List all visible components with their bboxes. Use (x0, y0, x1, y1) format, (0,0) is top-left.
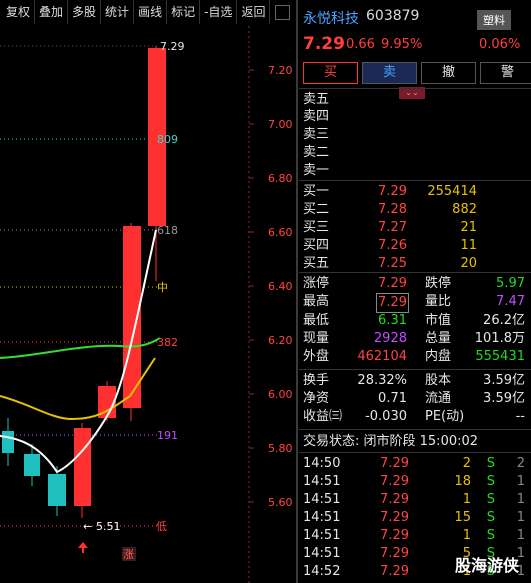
y-tick-label: 6.80 (268, 172, 293, 185)
quote-panel: 永悦科技 603879 塑料 7.29 0.66 9.95% 0.06% 买 卖… (299, 0, 531, 583)
tick-row: 14:51 7.29 1 S 1 (303, 492, 525, 507)
label-382: 382 (157, 336, 178, 349)
stat-row-outin: 外盘 462104 内盘 555431 (303, 349, 525, 364)
label-low-word: 低 (156, 520, 167, 533)
alert-button[interactable]: 警 (480, 62, 531, 84)
y-tick-label: 5.80 (268, 442, 293, 455)
toolbar-multi[interactable]: 多股 (68, 0, 102, 24)
label-809: 809 (157, 133, 178, 146)
buy-row-3[interactable]: 买三 7.27 21 (303, 219, 529, 237)
label-low-arrow: ← (83, 520, 92, 533)
stock-name[interactable]: 永悦科技 (303, 8, 359, 28)
toolbar-watchlist[interactable]: -自选 (200, 0, 238, 24)
y-tick-label: 6.60 (268, 226, 293, 239)
toolbar-stats[interactable]: 统计 (101, 0, 135, 24)
trade-status: 交易状态: 闭市阶段 15:00:02 (303, 434, 479, 449)
toolbar-draw[interactable]: 画线 (134, 0, 168, 24)
trade-buttons: 买 卖 撤 警 (303, 62, 531, 84)
sell-row-1: 卖一 (303, 163, 330, 178)
window-toggle-icon[interactable] (275, 4, 291, 20)
stat-row-turnover: 换手 28.32% 股本 3.59亿 (303, 373, 525, 388)
y-axis: 7.20 7.00 6.80 6.60 6.40 6.20 6.00 5.80 5.60 (249, 64, 293, 509)
price-change-pct: 9.95% (381, 37, 423, 52)
toolbar-back[interactable]: 返回 (237, 0, 271, 24)
toolbar-fuquan[interactable]: 复权 (0, 0, 36, 24)
sector-badge[interactable]: 塑料 (477, 10, 511, 30)
chart-toolbar: 复权 叠加 多股 统计 画线 标记 -自选 返回 (0, 0, 296, 24)
tick-row: 14:51 7.29 15 S 1 (303, 510, 525, 525)
kline-chart[interactable]: 7.20 7.00 6.80 6.60 6.40 6.20 6.00 5.80 5.60 7.2… (0, 26, 296, 583)
buy-row-5[interactable]: 买五 7.25 20 (303, 255, 529, 273)
y-tick-label: 6.40 (268, 280, 293, 293)
toolbar-mark[interactable]: 标记 (167, 0, 201, 24)
buy-row-2[interactable]: 买二 7.28 882 (303, 201, 529, 219)
cancel-button[interactable]: 撤 (421, 62, 476, 84)
sell-row-2: 卖二 (303, 145, 330, 160)
buy-row-1[interactable]: 买一 7.29 255414 (303, 183, 529, 201)
stat-row-eps: 收益㈢ -0.030 PE(动) -- (303, 409, 525, 424)
candle (123, 226, 141, 408)
stat-row-limit: 涨停 7.29 跌停 5.97 (303, 276, 525, 291)
watermark: 股海游侠 (455, 556, 520, 575)
tick-row: 14:51 7.29 18 S 1 (303, 474, 525, 489)
candle (2, 431, 14, 453)
y-tick-label: 5.60 (268, 496, 293, 509)
sell-row-5: 卖五 (303, 92, 330, 107)
label-high: 7.29 (160, 40, 185, 53)
candle (24, 454, 40, 476)
stock-code: 603879 (366, 8, 420, 24)
buy-row-4[interactable]: 买四 7.26 11 (303, 237, 529, 255)
y-tick-label: 7.00 (268, 118, 293, 131)
y-tick-label: 6.00 (268, 388, 293, 401)
sector-pct: 0.06% (479, 37, 521, 52)
last-price: 7.29 (303, 34, 345, 54)
sell-row-4: 卖四 (303, 109, 330, 124)
up-arrow-icon (78, 542, 88, 553)
candles (2, 46, 166, 518)
candle (48, 474, 66, 506)
stat-row-high: 最高 7.29 量比 7.47 (303, 293, 529, 313)
candle (74, 428, 91, 506)
y-tick-label: 7.20 (268, 64, 293, 77)
label-low-value: 5.51 (96, 520, 121, 533)
sell-row-3: 卖三 (303, 127, 330, 142)
tick-row: 14:51 7.29 1 S 1 (303, 528, 525, 543)
y-tick-label: 6.20 (268, 334, 293, 347)
stat-row-nav: 净资 0.71 流通 3.59亿 (303, 391, 525, 406)
sell-button[interactable]: 卖 (362, 62, 417, 84)
tick-row: 14:50 7.29 2 S 2 (303, 456, 525, 471)
label-618: 618 (157, 224, 178, 237)
label-191: 191 (157, 429, 178, 442)
stat-row-low: 最低 6.31 市值 26.2亿 (303, 313, 525, 328)
panel-divider (296, 0, 298, 583)
label-mid: 中 (157, 281, 168, 294)
toolbar-overlay[interactable]: 叠加 (35, 0, 69, 24)
zhang-label: 涨 (123, 548, 134, 561)
buy-button[interactable]: 买 (303, 62, 358, 84)
stat-row-volume: 现量 2928 总量 101.8万 (303, 331, 525, 346)
price-change: 0.66 (346, 37, 375, 52)
